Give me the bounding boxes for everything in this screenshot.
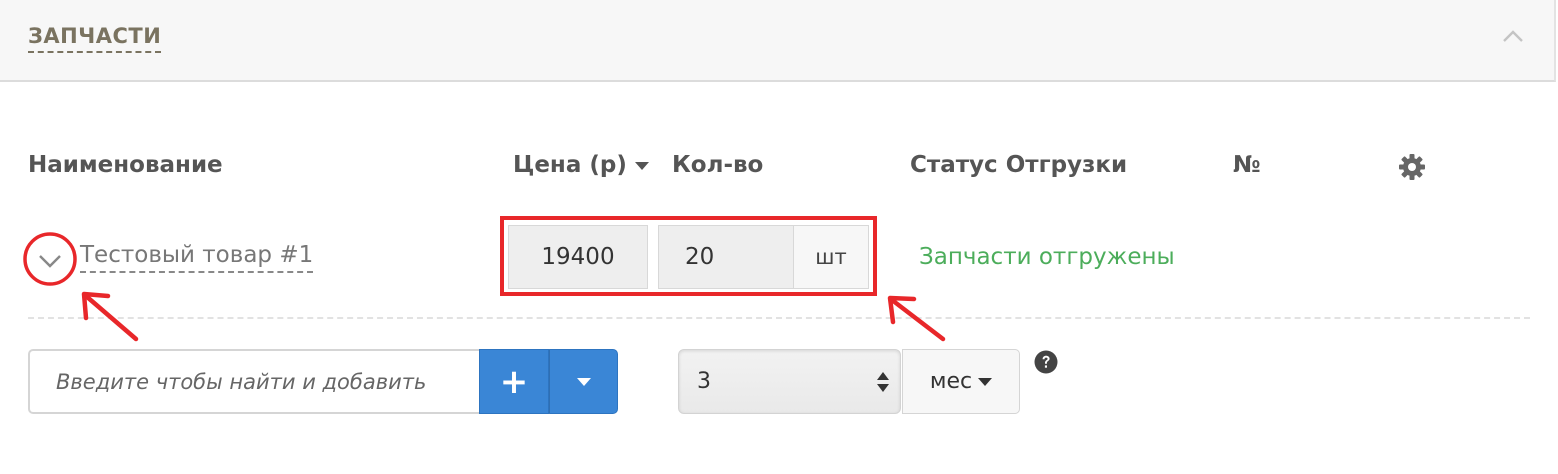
panel-title[interactable]: ЗАПЧАСТИ	[28, 24, 162, 53]
product-name-link[interactable]: Тестовый товар #1	[80, 242, 314, 273]
period-unit-select[interactable]: мес	[902, 349, 1020, 414]
caret-down-icon	[978, 377, 993, 386]
column-header-name: Наименование	[28, 152, 223, 178]
period-stepper[interactable]: 3	[678, 349, 901, 414]
add-button[interactable]: +	[479, 349, 549, 414]
chevron-up-icon[interactable]	[1502, 28, 1524, 44]
spin-icon	[877, 372, 889, 392]
column-header-price[interactable]: Цена (р)	[513, 152, 649, 178]
search-input[interactable]	[28, 349, 480, 414]
expand-row-button[interactable]	[24, 234, 76, 286]
period-unit-label: мес	[929, 369, 973, 394]
column-header-qty: Кол-во	[672, 152, 764, 178]
shipment-status: Запчасти отгружены	[919, 244, 1175, 270]
period-value: 3	[697, 369, 711, 394]
column-header-price-label: Цена (р)	[513, 152, 627, 178]
price-input[interactable]: 19400	[508, 225, 648, 289]
row-divider	[28, 317, 1530, 319]
caret-down-icon	[576, 377, 591, 386]
unit-label: шт	[793, 225, 869, 289]
qty-input[interactable]: 20	[658, 225, 794, 289]
column-header-number: №	[1233, 152, 1261, 178]
panel-header: ЗАПЧАСТИ	[0, 0, 1556, 82]
caret-down-icon	[634, 161, 649, 170]
gear-icon[interactable]	[1398, 153, 1426, 181]
column-header-status: Статус Отгрузки	[910, 152, 1128, 178]
chevron-down-icon	[39, 255, 61, 268]
question-circle-icon[interactable]	[1034, 350, 1058, 374]
add-dropdown-button[interactable]	[549, 349, 618, 414]
